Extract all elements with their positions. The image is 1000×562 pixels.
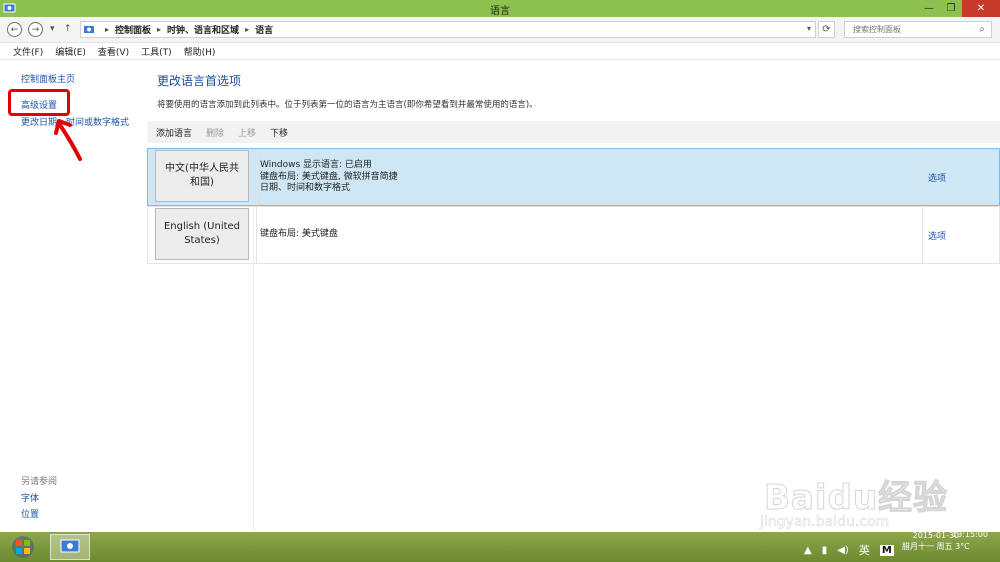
language-button-chinese[interactable]: 中文(中华人民共和国) [155, 150, 249, 202]
page-title: 更改语言首选项 [157, 74, 242, 88]
window-title: 语言 [490, 6, 510, 17]
menu-edit[interactable]: 编辑(E) [55, 45, 86, 58]
see-also-label: 另请参阅 [21, 477, 58, 487]
volume-icon[interactable]: ◀) [837, 545, 849, 556]
refresh-button[interactable]: ⟳ [818, 21, 835, 38]
clock-time: 13:15:00 [952, 530, 988, 539]
search-box[interactable]: ⌕ [844, 21, 992, 38]
breadcrumb[interactable]: ▸ 控制面板 ▸ 时钟、语言和区域 ▸ 语言 ▾ [80, 21, 816, 38]
remove-button[interactable]: 删除 [206, 126, 224, 139]
divider [256, 149, 257, 205]
sidebar-item-fonts[interactable]: 字体 [21, 491, 39, 504]
control-panel-icon [84, 25, 94, 33]
baidu-watermark: Baidu经验 jingyan.baidu.com [752, 456, 952, 536]
divider [922, 207, 923, 263]
language-options-link[interactable]: 选项 [928, 229, 946, 242]
divider [253, 209, 254, 532]
language-row-chinese[interactable]: 中文(中华人民共和国) Windows 显示语言: 已启用 键盘布局: 美式键盘… [147, 148, 1000, 206]
language-options-link[interactable]: 选项 [928, 171, 946, 184]
breadcrumb-clock-language-region[interactable]: 时钟、语言和区域 [167, 23, 239, 36]
language-info-line: Windows 显示语言: 已启用 [260, 160, 372, 170]
language-button-english[interactable]: English (United States) [155, 208, 249, 260]
sidebar-item-control-panel-home[interactable]: 控制面板主页 [21, 72, 75, 85]
recent-locations-icon[interactable]: ▾ [50, 24, 55, 34]
chevron-right-icon: ▸ [105, 25, 110, 34]
sidebar-item-location[interactable]: 位置 [21, 507, 39, 520]
divider [256, 207, 257, 263]
clock-lunar: 腊月十一 周五 3°C [902, 542, 970, 551]
menu-view[interactable]: 查看(V) [98, 45, 129, 58]
window-controls: — ❐ ✕ [918, 0, 1000, 17]
breadcrumb-language[interactable]: 语言 [255, 23, 273, 36]
chevron-right-icon[interactable]: ▸ [157, 25, 161, 34]
annotation-highlight-box [8, 89, 70, 116]
menu-file[interactable]: 文件(F) [13, 45, 43, 58]
language-info-line: 键盘布局: 美式键盘, 微软拼音简捷 [260, 171, 398, 182]
sidebar: 控制面板主页 高级设置 更改日期、时间或数字格式 另请参阅 字体 位置 [0, 60, 145, 532]
ime-language-indicator[interactable]: 英 [859, 542, 870, 558]
language-info-line: 键盘布局: 美式键盘 [260, 229, 338, 239]
taskbar-control-panel-button[interactable] [50, 534, 90, 560]
address-bar: ← → ▾ ↑ ▸ 控制面板 ▸ 时钟、语言和区域 ▸ 语言 ▾ ⟳ ⌕ [0, 17, 1000, 43]
chevron-right-icon[interactable]: ▸ [245, 25, 249, 34]
start-orb-icon[interactable] [10, 535, 36, 559]
annotation-arrow-icon [54, 119, 82, 161]
taskbar: ▲ ▮ ◀) 英 M 2015-01-30 腊月十一 周五 3°C 13:15:… [0, 530, 1000, 562]
close-button[interactable]: ✕ [962, 0, 1000, 17]
menu-help[interactable]: 帮助(H) [184, 45, 216, 58]
ime-mode-indicator[interactable]: M [879, 544, 894, 556]
maximize-button[interactable]: ❐ [940, 0, 962, 17]
minimize-button[interactable]: — [918, 0, 940, 17]
menu-tools[interactable]: 工具(T) [141, 45, 172, 58]
divider [922, 149, 923, 205]
control-panel-icon [60, 539, 80, 553]
page-description: 将要使用的语言添加到此列表中。位于列表第一位的语言为主语言(即你希望看到并最常使… [157, 100, 538, 110]
forward-button[interactable]: → [28, 22, 43, 37]
add-language-button[interactable]: 添加语言 [156, 126, 192, 139]
system-tray: ▲ ▮ ◀) 英 M [804, 542, 908, 558]
up-button[interactable]: ↑ [64, 24, 72, 34]
back-button[interactable]: ← [7, 22, 22, 37]
move-up-button[interactable]: 上移 [238, 126, 256, 139]
search-input[interactable] [845, 22, 965, 37]
search-icon[interactable]: ⌕ [979, 24, 985, 35]
chevron-down-icon[interactable]: ▾ [807, 24, 811, 33]
network-icon[interactable]: ▮ [822, 545, 828, 556]
breadcrumb-control-panel[interactable]: 控制面板 [115, 23, 151, 36]
language-info-line: 日期、时间和数字格式 [260, 183, 351, 193]
watermark-url: jingyan.baidu.com [760, 514, 890, 531]
menu-bar: 文件(F) 编辑(E) 查看(V) 工具(T) 帮助(H) [0, 43, 1000, 60]
title-bar: 语言 — ❐ ✕ [0, 0, 1000, 17]
language-toolbar: 添加语言 删除 上移 下移 [147, 121, 1000, 143]
watermark-brand: Baidu经验 [763, 478, 949, 519]
language-row-english[interactable]: English (United States) 键盘布局: 美式键盘 选项 [147, 206, 1000, 264]
move-down-button[interactable]: 下移 [270, 126, 288, 139]
show-hidden-icons-icon[interactable]: ▲ [804, 545, 812, 556]
